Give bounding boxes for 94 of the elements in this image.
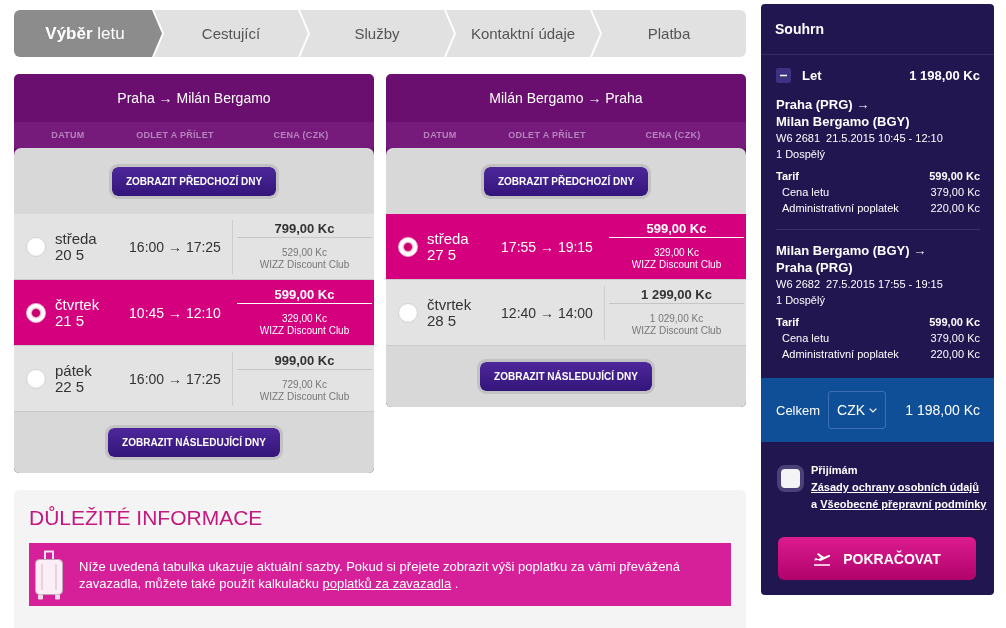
section-label: Let [802,67,822,83]
radio-button[interactable] [398,302,418,323]
passenger-count: 1 Dospělý [776,294,825,306]
day-name: pátek [55,362,92,379]
column-header: CENA (CZK) [645,130,701,140]
step-tab[interactable]: Cestující [154,10,308,57]
passenger-count: 1 Dospělý [776,148,825,160]
flight-times: 10:45 → 12:10 [129,304,221,321]
price: 999,00 Kc [274,352,335,369]
flight-number: W6 2681 [776,131,821,146]
fare-item-label: Administrativní poplatek [782,201,899,216]
step-tab[interactable]: Služby [300,10,454,57]
flight-schedule: 27.5.2015 17:55 - 19:15 [826,277,943,292]
price: 599,00 Kc [646,220,707,237]
column-header: ODLET A PŘÍLET [508,130,586,140]
airplane-takeoff-icon [813,551,832,566]
baggage-fees-link[interactable]: poplatků za zavazadla [322,575,452,591]
fare-label: Tarif [776,315,800,330]
club-price: 729,00 Kc [281,379,327,391]
flight-row[interactable]: středa 20 5 16:00 → 17:25 799,00 Kc 529,00 Kc WIZZ Discount Club [14,214,374,280]
radio-button[interactable] [26,368,46,389]
leg-route: Milan Bergamo (BGY) → Praha (PRG) [776,242,927,276]
flight-date: 28 5 [427,312,457,329]
day-name: středa [427,230,469,247]
step-tab[interactable]: Platba [592,10,746,57]
route-title: Praha → Milán Bergamo [117,90,271,106]
club-label: WIZZ Discount Club [631,325,722,337]
flight-times: 16:00 → 17:25 [129,370,221,387]
fare-item-amount: 379,00 Kc [930,185,980,200]
terms-link[interactable]: Všeobecné přepravní podmínky [820,498,987,510]
flight-row[interactable]: čtvrtek 28 5 12:40 → 14:00 1 299,00 Kc 1 029,00 Kc WIZZ Discount Club [386,280,746,346]
flight-times: 17:55 → 19:15 [501,238,593,255]
column-header: DATUM [51,130,85,140]
summary-title: Souhrn [775,21,824,37]
club-label: WIZZ Discount Club [259,259,350,271]
club-label: WIZZ Discount Club [631,259,722,271]
flight-date: 20 5 [55,246,85,263]
flight-number: W6 2682 [776,277,821,292]
fare-item-label: Cena letu [782,331,830,346]
continue-button[interactable]: POKRAČOVAT [778,537,976,580]
total-label: Celkem [776,402,821,418]
next-days-button[interactable]: ZOBRAZIT NÁSLEDUJÍCÍ DNY [477,359,655,394]
consent-checkbox[interactable] [777,465,804,492]
info-text: Níže uvedená tabulka ukazuje aktuální sazby. Pokud si přejete zobrazit výši poplatku za vámi převážená zavazadla, můžete také použít kalkulačku poplatků za zavazadla . [79,557,681,592]
flight-date: 22 5 [55,378,85,395]
currency-select[interactable]: CZK [828,391,887,429]
day-name: středa [55,230,97,247]
radio-button[interactable] [26,302,46,323]
radio-button[interactable] [26,236,46,257]
fare-item-amount: 379,00 Kc [930,331,980,346]
privacy-policy-link[interactable]: Zásady ochrany osobních údajů [811,481,980,493]
fare-item-label: Cena letu [782,185,830,200]
info-heading: DŮLEŽITÉ INFORMACE [29,505,263,531]
club-label: WIZZ Discount Club [259,391,350,403]
day-name: čtvrtek [427,296,472,313]
price: 799,00 Kc [274,220,335,237]
day-name: čtvrtek [55,296,100,313]
previous-days-button[interactable]: ZOBRAZIT PŘEDCHOZÍ DNY [480,163,652,199]
club-price: 329,00 Kc [653,247,699,259]
price: 599,00 Kc [274,286,335,303]
consent-text: Přijímám Zásady ochrany osobních údajů a Všeobecné přepravní podmínky [811,463,988,512]
leg-route: Praha (PRG) → Milan Bergamo (BGY) [776,96,910,130]
price: 1 299,00 Kc [641,286,712,303]
club-price: 329,00 Kc [281,313,327,325]
fare-item-label: Administrativní poplatek [782,347,899,362]
step-tab[interactable]: Kontaktní údaje [446,10,600,57]
flight-times: 12:40 → 14:00 [501,304,593,321]
column-header: DATUM [423,130,457,140]
previous-days-button[interactable]: ZOBRAZIT PŘEDCHOZÍ DNY [108,163,280,199]
flight-schedule: 21.5.2015 10:45 - 12:10 [826,131,943,146]
club-label: WIZZ Discount Club [259,325,350,337]
fare-amount: 599,00 Kc [929,169,980,184]
radio-button[interactable] [398,236,418,257]
next-days-button[interactable]: ZOBRAZIT NÁSLEDUJÍCÍ DNY [105,425,283,460]
flight-row[interactable]: středa 27 5 17:55 → 19:15 599,00 Kc 329,00 Kc WIZZ Discount Club [386,214,746,280]
flight-date: 27 5 [427,246,457,263]
flight-times: 16:00 → 17:25 [129,238,221,255]
flight-row[interactable]: čtvrtek 21 5 10:45 → 12:10 599,00 Kc 329,00 Kc WIZZ Discount Club [14,280,374,346]
fare-amount: 599,00 Kc [929,315,980,330]
fare-label: Tarif [776,169,800,184]
total-amount: 1 198,00 Kc [905,402,980,418]
flight-row[interactable]: pátek 22 5 16:00 → 17:25 999,00 Kc 729,00 Kc WIZZ Discount Club [14,346,374,412]
suitcase-icon [34,549,64,600]
club-price: 529,00 Kc [281,247,327,259]
column-header: ODLET A PŘÍLET [136,130,214,140]
route-title: Milán Bergamo → Praha [489,90,643,106]
flight-date: 21 5 [55,312,85,329]
chevron-down-icon [869,407,878,413]
column-header: CENA (CZK) [273,130,329,140]
minus-icon[interactable] [776,67,791,83]
fare-item-amount: 220,00 Kc [930,201,980,216]
club-price: 1 029,00 Kc [649,313,704,325]
fare-item-amount: 220,00 Kc [930,347,980,362]
section-total: 1 198,00 Kc [909,67,980,83]
